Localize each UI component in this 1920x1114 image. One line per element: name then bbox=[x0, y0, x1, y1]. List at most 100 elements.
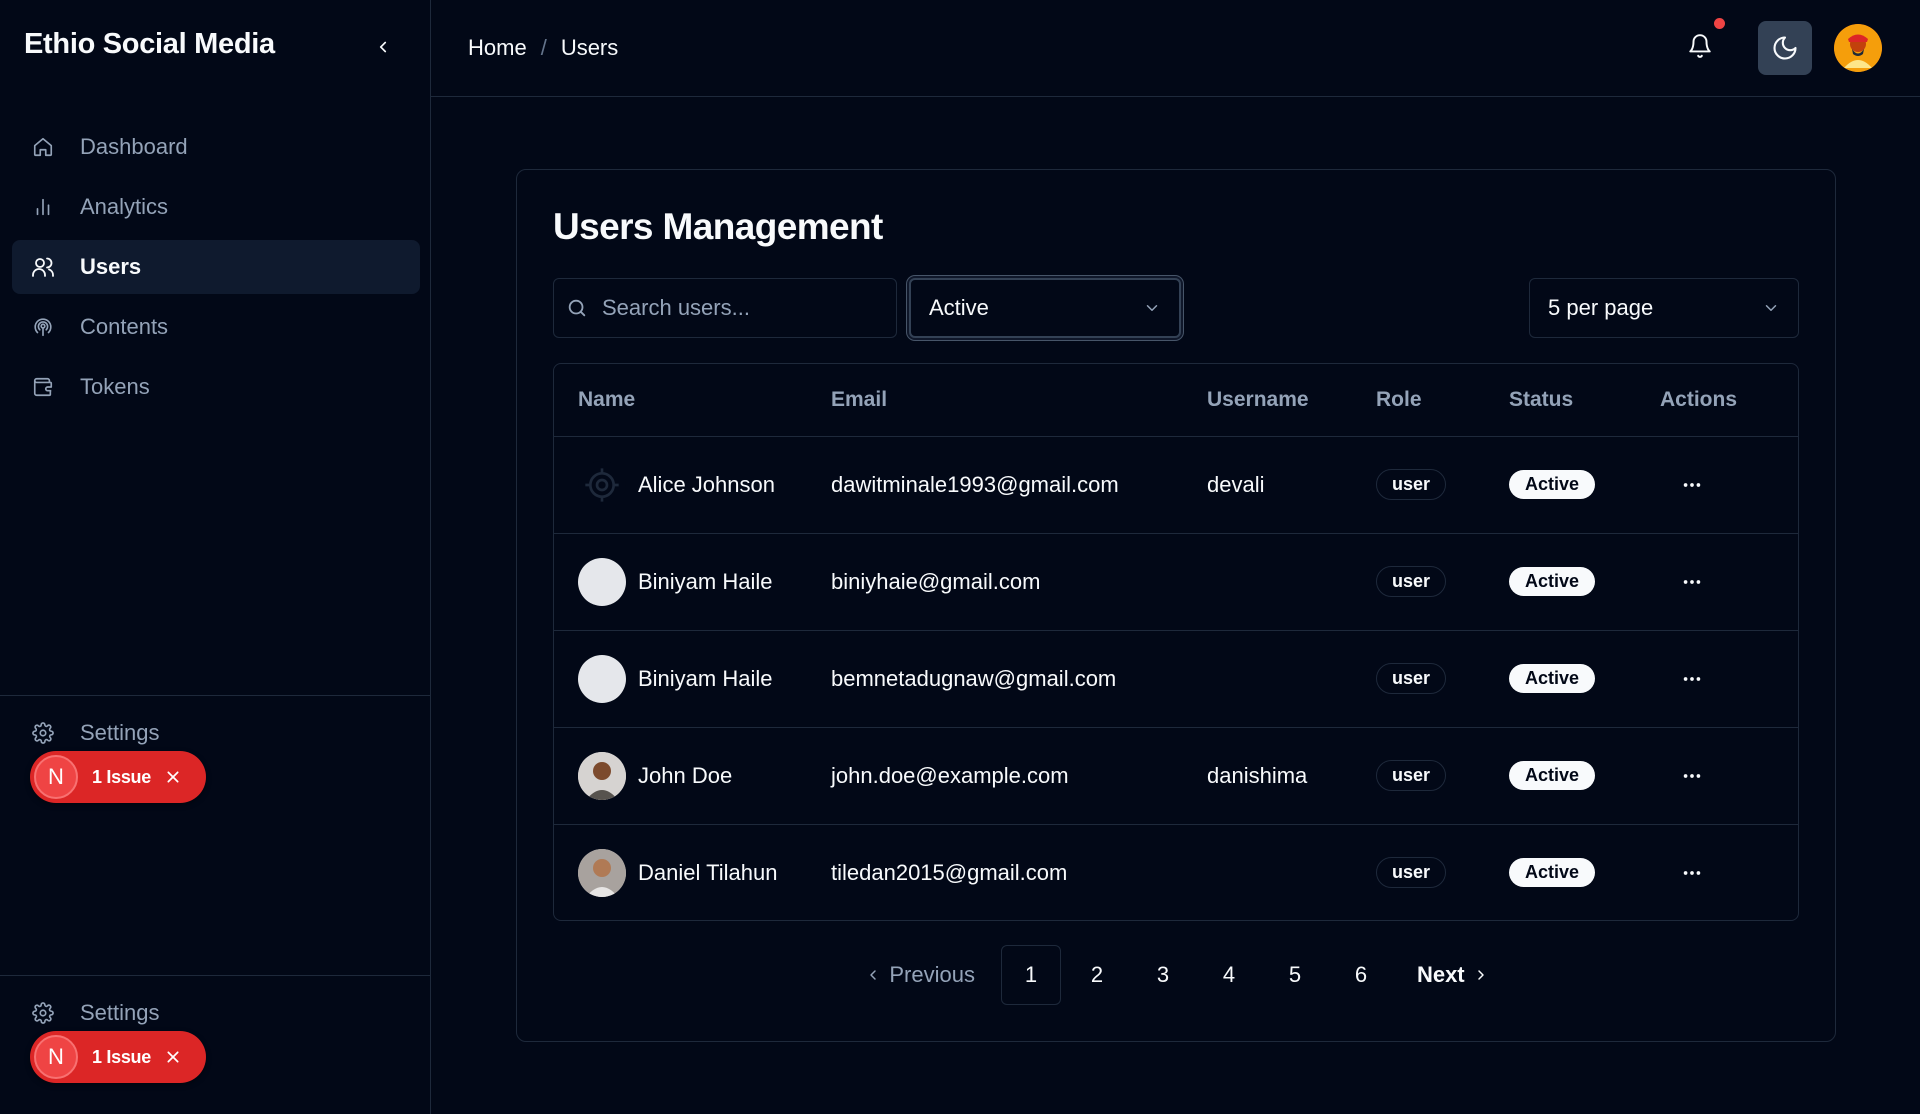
sidebar-divider bbox=[0, 695, 431, 696]
status-filter-value: Active bbox=[929, 295, 989, 320]
previous-label: Previous bbox=[889, 962, 975, 987]
moon-icon bbox=[1773, 36, 1797, 60]
user-email: tiledan2015@gmail.com bbox=[831, 859, 1068, 885]
status-badge: Active bbox=[1509, 664, 1596, 693]
page-button-5[interactable]: 5 bbox=[1265, 945, 1325, 1005]
app-root: Ethio Social Media Dashboard Analytics U… bbox=[0, 0, 1920, 1114]
close-icon[interactable] bbox=[163, 767, 183, 787]
user-avatar bbox=[578, 751, 626, 800]
user-email: dawitminale1993@gmail.com bbox=[831, 436, 1207, 534]
sidebar-item-settings[interactable]: Settings bbox=[30, 1000, 160, 1026]
row-actions-button[interactable] bbox=[1672, 465, 1712, 505]
pagination-next-button[interactable]: Next bbox=[1403, 945, 1511, 1005]
role-badge: user bbox=[1376, 760, 1447, 791]
sidebar-item-label: Users bbox=[80, 254, 142, 279]
table-row[interactable]: Alice Johnson dawitminale1993@gmail.com … bbox=[554, 436, 1798, 534]
issue-count: 1 Issue bbox=[92, 766, 151, 787]
table-row[interactable]: Daniel Tilahun tiledan2015@gmail.com use… bbox=[554, 824, 1798, 920]
sidebar-item-users[interactable]: Users bbox=[12, 240, 420, 294]
row-actions-button[interactable] bbox=[1672, 756, 1712, 796]
breadcrumb-current: Users bbox=[560, 35, 619, 60]
status-filter-select[interactable]: Active bbox=[909, 278, 1181, 338]
chevron-left-icon bbox=[379, 41, 387, 53]
search-icon bbox=[568, 299, 586, 317]
users-table: Name Email Username Role Status Actions bbox=[553, 363, 1799, 921]
search-input[interactable] bbox=[602, 295, 882, 321]
search-box bbox=[553, 278, 897, 338]
sidebar-item-analytics[interactable]: Analytics bbox=[12, 180, 420, 234]
role-badge: user bbox=[1376, 663, 1447, 694]
gear-icon bbox=[30, 1000, 56, 1026]
issue-badge[interactable]: N 1 Issue bbox=[30, 1031, 206, 1083]
issue-count: 1 Issue bbox=[92, 1046, 151, 1067]
per-page-value: 5 per page bbox=[1548, 295, 1654, 320]
role-badge: user bbox=[1376, 469, 1447, 500]
page-title: Users Management bbox=[553, 206, 883, 247]
role-badge: user bbox=[1376, 857, 1447, 889]
pagination: Previous 1 2 3 4 5 6 Next bbox=[517, 945, 1837, 1005]
bar-chart-icon bbox=[30, 194, 56, 220]
theme-toggle-button[interactable] bbox=[1758, 21, 1812, 75]
user-name: Biniyam Haile bbox=[638, 665, 773, 691]
user-name: Daniel Tilahun bbox=[638, 859, 778, 885]
row-actions-button[interactable] bbox=[1672, 853, 1712, 893]
sidebar-nav: Dashboard Analytics Users Contents Token… bbox=[12, 120, 420, 420]
user-email: bemnetadugnaw@gmail.com bbox=[831, 630, 1207, 728]
user-avatar bbox=[578, 557, 626, 606]
issue-badge[interactable]: N 1 Issue bbox=[30, 751, 206, 803]
sidebar-item-dashboard[interactable]: Dashboard bbox=[12, 120, 420, 174]
bell-icon bbox=[1689, 34, 1711, 58]
sidebar-item-contents[interactable]: Contents bbox=[12, 300, 420, 354]
breadcrumb-home-link[interactable]: Home bbox=[468, 35, 527, 61]
sidebar-item-tokens[interactable]: Tokens bbox=[12, 360, 420, 414]
table-row[interactable]: Biniyam Haile bemnetadugnaw@gmail.com us… bbox=[554, 630, 1798, 728]
column-header-email[interactable]: Email bbox=[831, 364, 1207, 437]
page-button-6[interactable]: 6 bbox=[1331, 945, 1391, 1005]
settings-label: Settings bbox=[80, 1000, 160, 1025]
page-button-2[interactable]: 2 bbox=[1067, 945, 1127, 1005]
row-actions-button[interactable] bbox=[1672, 659, 1712, 699]
column-header-username[interactable]: Username bbox=[1207, 364, 1376, 437]
home-icon bbox=[30, 134, 56, 160]
users-card: Users Management Active 5 per page Name … bbox=[516, 169, 1836, 1042]
brand-title: Ethio Social Media bbox=[24, 28, 275, 60]
more-horizontal-icon bbox=[1683, 482, 1701, 487]
user-email: biniyhaie@gmail.com bbox=[831, 533, 1207, 631]
sidebar-item-label: Tokens bbox=[80, 374, 150, 399]
user-avatar bbox=[578, 654, 626, 703]
status-badge: Active bbox=[1509, 470, 1596, 499]
table-row[interactable]: John Doe john.doe@example.com danishima … bbox=[554, 727, 1798, 825]
row-actions-button[interactable] bbox=[1672, 562, 1712, 602]
column-header-role[interactable]: Role bbox=[1376, 364, 1509, 437]
user-username bbox=[1207, 533, 1376, 631]
per-page-select[interactable]: 5 per page bbox=[1529, 278, 1799, 338]
sidebar-item-label: Dashboard bbox=[80, 134, 188, 159]
podcast-icon bbox=[30, 314, 56, 340]
column-header-name[interactable]: Name bbox=[554, 364, 831, 437]
users-icon bbox=[30, 254, 56, 280]
next-logo-icon: N bbox=[34, 1035, 78, 1079]
user-avatar[interactable] bbox=[1834, 24, 1882, 72]
sidebar-item-settings[interactable]: Settings bbox=[30, 720, 160, 746]
sidebar-item-label: Analytics bbox=[80, 194, 169, 219]
user-email: john.doe@example.com bbox=[831, 727, 1207, 825]
pagination-previous-button[interactable]: Previous bbox=[843, 945, 989, 1005]
column-header-status[interactable]: Status bbox=[1509, 364, 1660, 437]
wallet-icon bbox=[30, 374, 56, 400]
top-header: Home / Users bbox=[431, 0, 1920, 97]
notifications-button[interactable] bbox=[1687, 18, 1725, 64]
status-badge: Active bbox=[1509, 567, 1596, 596]
close-icon[interactable] bbox=[163, 1047, 183, 1067]
user-username: danishima bbox=[1207, 727, 1376, 825]
page-button-4[interactable]: 4 bbox=[1199, 945, 1259, 1005]
table-row[interactable]: Biniyam Haile biniyhaie@gmail.com user A… bbox=[554, 533, 1798, 631]
role-badge: user bbox=[1376, 566, 1447, 597]
page-button-1[interactable]: 1 bbox=[1000, 945, 1061, 1005]
collapse-sidebar-button[interactable] bbox=[368, 32, 398, 62]
column-header-actions: Actions bbox=[1660, 364, 1798, 437]
more-horizontal-icon bbox=[1683, 870, 1701, 875]
user-avatar bbox=[578, 460, 626, 509]
page-button-3[interactable]: 3 bbox=[1133, 945, 1193, 1005]
more-horizontal-icon bbox=[1683, 676, 1701, 681]
notification-dot bbox=[1714, 18, 1725, 29]
